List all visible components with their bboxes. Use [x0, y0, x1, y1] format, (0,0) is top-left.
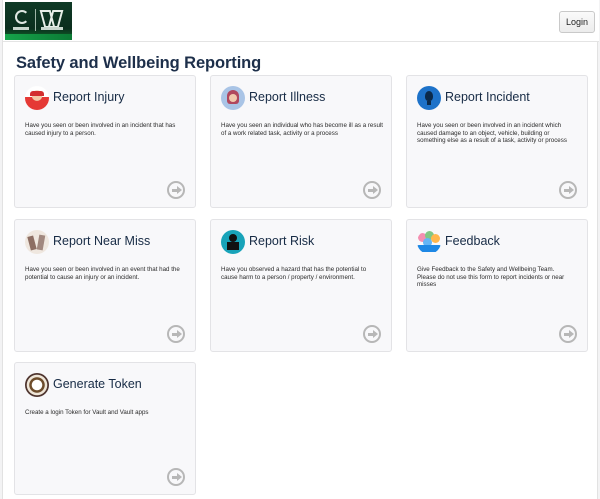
card-title: Report Near Miss [53, 234, 151, 248]
card-description: Have you observed a hazard that has the … [221, 266, 367, 281]
card-report-illness[interactable]: Report Illness Have you seen an individu… [210, 75, 392, 208]
page-title: Safety and Wellbeing Reporting [16, 54, 262, 72]
arrow-right-icon[interactable] [167, 181, 185, 199]
arrow-right-icon[interactable] [363, 325, 381, 343]
arrow-right-icon[interactable] [559, 325, 577, 343]
card-description: Create a login Token for Vault and Vault… [25, 409, 149, 416]
top-bar: Login [3, 0, 599, 42]
card-title: Generate Token [53, 377, 142, 391]
card-description: Have you seen or been involved in an eve… [25, 266, 180, 281]
card-generate-token[interactable]: Generate Token Create a login Token for … [14, 362, 196, 495]
arrow-right-icon[interactable] [167, 468, 185, 486]
illness-icon [221, 86, 245, 110]
logo-shield-icon [42, 10, 58, 24]
lightbulb-icon [417, 86, 441, 110]
card-title: Report Injury [53, 90, 125, 104]
card-title: Feedback [445, 234, 500, 248]
near-miss-icon [25, 230, 49, 254]
card-description: Give Feedback to the Safety and Wellbein… [417, 266, 565, 289]
arrow-right-icon[interactable] [167, 325, 185, 343]
card-description: Have you seen an individual who has beco… [221, 122, 383, 137]
card-report-incident[interactable]: Report Incident Have you seen or been in… [406, 75, 588, 208]
logo-ring-icon [15, 10, 29, 24]
card-report-risk[interactable]: Report Risk Have you observed a hazard t… [210, 219, 392, 352]
card-description: Have you seen or been involved in an inc… [417, 122, 567, 145]
feedback-icon [417, 230, 441, 254]
card-report-near-miss[interactable]: Report Near Miss Have you seen or been i… [14, 219, 196, 352]
injury-icon [25, 86, 49, 110]
organisation-logo[interactable] [5, 2, 72, 40]
card-title: Report Illness [249, 90, 326, 104]
arrow-right-icon[interactable] [559, 181, 577, 199]
token-icon [25, 373, 49, 397]
page-container: Login Safety and Wellbeing Reporting Rep… [2, 0, 599, 499]
card-description: Have you seen or been involved in an inc… [25, 122, 176, 137]
card-feedback[interactable]: Feedback Give Feedback to the Safety and… [406, 219, 588, 352]
risk-icon [221, 230, 245, 254]
card-title: Report Incident [445, 90, 530, 104]
card-title: Report Risk [249, 234, 315, 248]
arrow-right-icon[interactable] [363, 181, 381, 199]
card-report-injury[interactable]: Report Injury Have you seen or been invo… [14, 75, 196, 208]
login-button[interactable]: Login [559, 11, 595, 33]
